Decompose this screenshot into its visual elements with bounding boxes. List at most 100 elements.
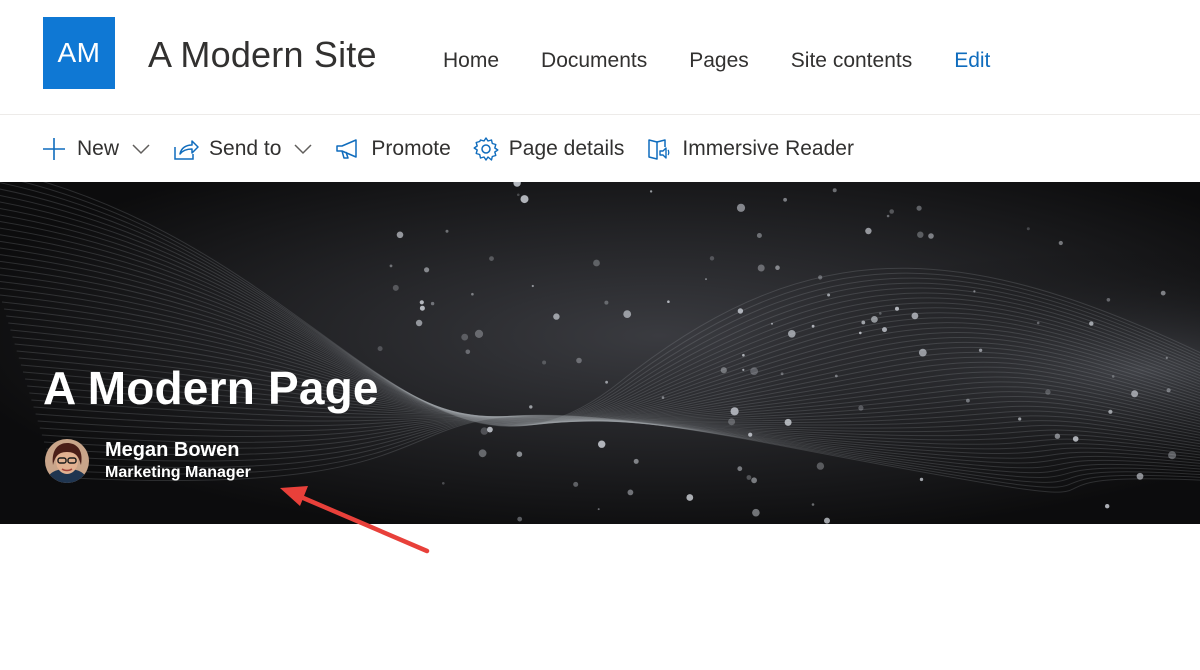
hero-particle bbox=[917, 231, 924, 238]
hero-particle bbox=[871, 316, 878, 323]
hero-particle bbox=[824, 517, 830, 524]
hero-banner: A Modern Page Megan Bowen Marketing Mana… bbox=[0, 182, 1200, 524]
hero-particle bbox=[649, 190, 653, 193]
nav-pages[interactable]: Pages bbox=[689, 46, 749, 76]
hero-particle bbox=[377, 346, 383, 352]
hero-particle bbox=[461, 333, 469, 341]
page-details-button[interactable]: Page details bbox=[473, 136, 625, 162]
command-bar: New Send to Promote Page details Immersi… bbox=[0, 115, 1200, 182]
hero-particle bbox=[1054, 433, 1061, 439]
hero-particle bbox=[445, 229, 449, 233]
hero-particle bbox=[686, 494, 694, 501]
hero-particle bbox=[780, 372, 784, 376]
annotation-arrow bbox=[280, 486, 430, 554]
hero-particle bbox=[415, 319, 423, 327]
hero-particle bbox=[736, 203, 746, 212]
hero-particle bbox=[633, 458, 639, 464]
hero-particle bbox=[709, 256, 715, 261]
hero-particle bbox=[424, 267, 430, 273]
hero-particle bbox=[661, 396, 665, 399]
promote-button[interactable]: Promote bbox=[335, 136, 451, 162]
hero-particle bbox=[861, 320, 866, 325]
hero-particle bbox=[918, 348, 927, 357]
hero-particle bbox=[750, 367, 758, 376]
hero-particle bbox=[756, 233, 762, 238]
hero-particle bbox=[1072, 436, 1079, 442]
hero-particle bbox=[1058, 240, 1063, 246]
hero-particle bbox=[442, 482, 445, 485]
immersive-reader-button[interactable]: Immersive Reader bbox=[646, 136, 854, 162]
hero-particle bbox=[597, 508, 600, 511]
avatar[interactable] bbox=[45, 439, 89, 483]
hero-particle bbox=[916, 205, 922, 211]
hero-particle bbox=[865, 227, 872, 235]
hero-particle bbox=[895, 306, 899, 311]
hero-particle bbox=[1106, 298, 1111, 302]
plus-icon bbox=[41, 136, 67, 162]
hero-particle bbox=[531, 284, 534, 288]
hero-particle bbox=[746, 475, 752, 480]
hero-particle bbox=[859, 331, 862, 335]
hero-particle bbox=[737, 308, 744, 314]
hero-particle bbox=[737, 466, 743, 472]
nav-site-contents[interactable]: Site contents bbox=[791, 46, 912, 76]
hero-particle bbox=[627, 489, 634, 496]
hero-particle bbox=[757, 264, 765, 272]
hero-particle bbox=[730, 407, 739, 416]
hero-particle bbox=[1026, 227, 1030, 231]
hero-particle bbox=[771, 322, 773, 325]
hero-particle bbox=[517, 193, 520, 197]
hero-particle bbox=[742, 368, 745, 371]
hero-particle bbox=[529, 405, 533, 409]
hero-particle bbox=[478, 449, 487, 458]
hero-particle bbox=[520, 195, 529, 204]
hero-particle bbox=[1168, 451, 1177, 460]
send-to-button[interactable]: Send to bbox=[173, 136, 313, 162]
hero-particle bbox=[516, 451, 523, 458]
hero-particle bbox=[751, 477, 757, 484]
nav-home[interactable]: Home bbox=[443, 46, 499, 76]
immersive-reader-icon bbox=[646, 136, 672, 162]
hero-particle bbox=[419, 305, 425, 311]
hero-particle bbox=[978, 348, 983, 352]
site-logo[interactable]: AM bbox=[43, 17, 115, 89]
hero-particle bbox=[474, 329, 484, 338]
site-title[interactable]: A Modern Site bbox=[148, 34, 377, 76]
hero-particle bbox=[419, 300, 424, 305]
nav-edit[interactable]: Edit bbox=[954, 46, 990, 76]
page-details-label: Page details bbox=[508, 136, 625, 160]
chevron-down-icon bbox=[293, 139, 313, 159]
hero-particle bbox=[882, 327, 887, 333]
nav-documents[interactable]: Documents bbox=[541, 46, 647, 76]
hero-particle bbox=[919, 477, 924, 482]
new-button[interactable]: New bbox=[41, 136, 151, 162]
hero-particle bbox=[720, 367, 727, 374]
promote-label: Promote bbox=[371, 136, 451, 160]
hero-particle bbox=[889, 209, 894, 214]
hero-particle bbox=[471, 292, 474, 296]
author-name: Megan Bowen bbox=[105, 439, 240, 461]
author-byline[interactable]: Megan Bowen Marketing Manager bbox=[45, 438, 251, 484]
hero-particle bbox=[1131, 390, 1139, 398]
hero-particle bbox=[396, 231, 404, 239]
hero-particle bbox=[832, 188, 837, 193]
hero-particle bbox=[827, 293, 831, 297]
hero-particle bbox=[605, 380, 608, 384]
gear-icon bbox=[473, 136, 499, 162]
hero-particle bbox=[1036, 321, 1040, 325]
hero-particle bbox=[775, 265, 780, 270]
hero-particle bbox=[742, 353, 745, 357]
hero-particle bbox=[389, 264, 393, 268]
hero-particle bbox=[1089, 321, 1094, 326]
hero-particle bbox=[818, 275, 823, 280]
immersive-reader-label: Immersive Reader bbox=[682, 136, 854, 160]
page-title: A Modern Page bbox=[43, 362, 379, 414]
hero-particle bbox=[784, 418, 792, 426]
author-role: Marketing Manager bbox=[105, 464, 251, 481]
hero-particle bbox=[858, 405, 864, 411]
hero-particle bbox=[816, 462, 825, 470]
hero-particle bbox=[886, 214, 890, 218]
site-header: AM A Modern Site Home Documents Pages Si… bbox=[0, 0, 1200, 115]
hero-particle bbox=[593, 259, 600, 267]
site-navigation: Home Documents Pages Site contents Edit bbox=[443, 46, 990, 76]
